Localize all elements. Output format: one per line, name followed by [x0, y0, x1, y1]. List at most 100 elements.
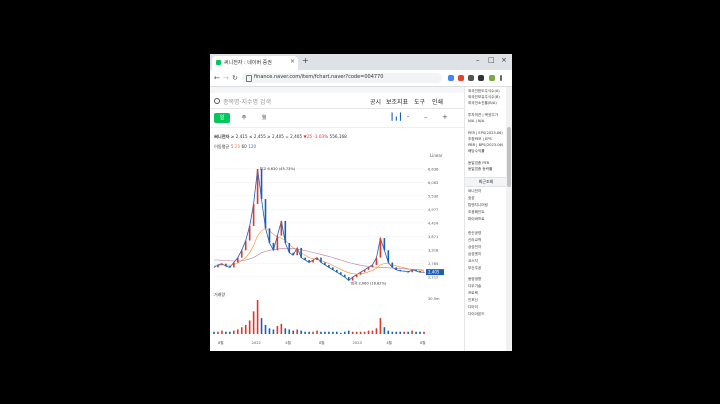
candle [284, 221, 287, 243]
volume-bar [347, 330, 350, 334]
puzzle-icon[interactable] [468, 75, 474, 81]
scale-label[interactable]: Linear [430, 153, 443, 158]
y-tick-label: 2,765 [428, 262, 438, 266]
candle [351, 277, 354, 281]
candle [332, 267, 334, 270]
x-tick-label: 2023 [353, 341, 362, 345]
y-tick-label: 5,530 [428, 194, 439, 198]
reload-button[interactable]: ↻ [232, 74, 238, 82]
volume-bar [233, 330, 235, 334]
recent-item[interactable]: 삼성전자 [468, 245, 481, 250]
recent-item[interactable]: 디아이 [468, 305, 478, 310]
candle-icon[interactable]: ┃╻┃ [390, 113, 403, 121]
recent-item[interactable]: 효성 [468, 196, 475, 201]
chevron-down-icon[interactable]: ⌄ [406, 113, 410, 119]
forward-button[interactable]: → [223, 74, 229, 82]
recent-item[interactable]: 파이버프로 [468, 217, 485, 222]
nav-disclosure[interactable]: 공시 [370, 97, 381, 106]
chart-toolbar: 일 주 월 ┃╻┃ ⌄ – + [210, 109, 464, 128]
candle [256, 169, 259, 204]
tab-bar: 써니전자 : 네이버 증권 × + – □ × [210, 54, 512, 70]
volume-bar [371, 330, 374, 334]
recent-item[interactable]: 탑엔지니어링 [468, 203, 488, 208]
recent-item[interactable]: 부산주공 [468, 266, 481, 271]
x-tick-label: 2022 [252, 341, 261, 345]
nav-print[interactable]: 인쇄 [432, 97, 443, 106]
recent-item[interactable]: 동양생명 [468, 277, 481, 282]
y-tick-label: 3,871 [428, 235, 438, 239]
volume-bar [419, 331, 421, 334]
candle [403, 271, 405, 272]
volume-bar [225, 331, 227, 334]
ma-20: 20 [234, 144, 241, 149]
price-open: ≥ 2,415 [230, 134, 248, 139]
recent-item[interactable]: 다우기술 [468, 284, 481, 289]
volume-bar [411, 330, 413, 334]
ma-120: 120 [248, 144, 257, 149]
tab-close-icon[interactable]: × [290, 58, 295, 65]
y-tick-label: 3,318 [428, 248, 439, 252]
plus-icon[interactable]: + [442, 113, 448, 121]
url-input[interactable]: finance.naver.com/item/fchart.naver?code… [242, 73, 442, 83]
search-input[interactable]: 종목명·지수명 검색 [223, 97, 271, 106]
volume-bar [423, 331, 425, 334]
volume-bar [240, 327, 243, 334]
candle [264, 199, 267, 229]
price-high: ≤ 2,455 [248, 134, 266, 139]
recent-item[interactable]: 신라교역 [468, 238, 481, 243]
volume-bar [351, 331, 354, 334]
browser-window: 써니전자 : 네이버 증권 × + – □ × ← → ↻ finance.na… [210, 54, 512, 351]
price-change-rate: -1.03% [313, 134, 329, 139]
recent-item[interactable]: 조광페인트 [468, 210, 485, 215]
share-icon[interactable] [448, 75, 454, 81]
maximize-button[interactable]: □ [488, 56, 495, 64]
profile-avatar[interactable] [489, 75, 495, 81]
recent-item[interactable]: 코스닥 [468, 259, 478, 264]
y-tick-label: 4,424 [428, 221, 439, 225]
volume-bar [399, 331, 402, 334]
recent-item[interactable]: 인포신 [468, 298, 478, 303]
minus-icon[interactable]: – [424, 113, 428, 121]
info-line: N/A | N/A [468, 119, 485, 123]
volume-bar [328, 331, 330, 334]
period-day-button[interactable]: 일 [214, 113, 230, 123]
candle [399, 269, 402, 272]
recent-item[interactable]: 프로텍 [468, 291, 478, 296]
candle [252, 203, 255, 226]
info-line: 외국인한도주식수(A) [468, 89, 500, 93]
volume-bar [375, 328, 378, 334]
menu-kebab-icon[interactable] [500, 75, 502, 81]
volume-bar [292, 330, 295, 334]
info-line: 동일업종 등락률 [468, 167, 493, 171]
nav-indicators[interactable]: 보조지표 [386, 97, 408, 106]
low-annotation: 최저 2,060 (16.82%) [351, 281, 387, 286]
browser-tab[interactable]: 써니전자 : 네이버 증권 × [212, 56, 298, 70]
new-tab-button[interactable]: + [302, 56, 309, 65]
search-icon[interactable] [214, 98, 220, 104]
candle [272, 242, 275, 251]
volume-bar [383, 327, 386, 334]
period-week-button[interactable]: 주 [236, 113, 252, 123]
close-window-button[interactable]: × [501, 56, 507, 64]
period-month-button[interactable]: 월 [256, 113, 272, 123]
stock-chart[interactable]: Linear 6,636 6,083 5,530 4,977 4,424 3,871 3,3… [210, 150, 464, 350]
candle [229, 266, 231, 268]
recent-item[interactable]: 다이아몬드 [468, 312, 485, 317]
minimize-button[interactable]: – [476, 56, 480, 64]
series-group [213, 168, 425, 282]
extension-icon[interactable] [458, 75, 464, 81]
scrollbar-thumb[interactable] [507, 127, 511, 187]
volume-bar [217, 331, 219, 334]
sidebar-icon[interactable] [478, 75, 484, 81]
x-tick-label: 4월 [285, 340, 291, 345]
info-line: PBR | BPS(2023.06) [468, 143, 504, 147]
price-change: ▼25 [303, 134, 313, 139]
recent-item[interactable]: 삼성엔지 [468, 252, 481, 257]
recent-item[interactable]: 한신공영 [468, 231, 481, 236]
volume-bar [320, 331, 322, 334]
volume-bar [300, 330, 302, 334]
back-button[interactable]: ← [214, 74, 220, 82]
recent-item[interactable]: 써니전자 [468, 189, 481, 194]
nav-tools[interactable]: 도구 [414, 97, 425, 106]
scrollbar[interactable] [506, 87, 512, 351]
